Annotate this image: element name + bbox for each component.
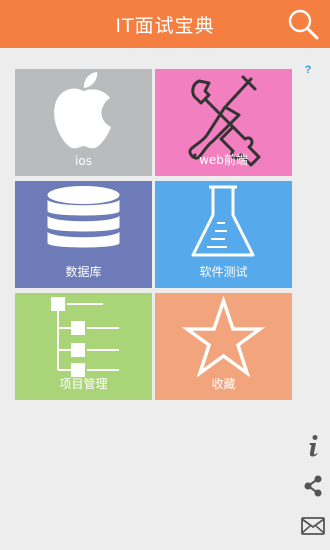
app-header: IT面试宝典 [0,0,330,48]
tile-database[interactable]: 数据库 [15,181,152,288]
share-button[interactable] [302,474,324,498]
share-icon [304,475,322,497]
tile-label: 收藏 [211,377,236,391]
tile-project-management[interactable]: 项目管理 [15,293,152,400]
tile-label: 软件测试 [199,265,248,279]
app-title: IT面试宝典 [115,14,215,37]
tile-ios[interactable]: ios [15,69,152,176]
tile-label: 数据库 [65,265,102,279]
tile-favorites[interactable]: 收藏 [155,293,292,400]
tile-label: 项目管理 [59,377,108,391]
search-button[interactable] [286,7,320,41]
tile-software-testing[interactable]: 软件测试 [155,181,292,288]
mail-icon [301,517,325,535]
tile-label: web前端 [199,153,248,167]
search-icon [288,9,319,40]
info-button[interactable] [306,434,322,458]
mail-button[interactable] [301,517,325,535]
tile-label: ios [75,154,92,168]
tile-web[interactable]: web前端 [155,69,292,176]
info-icon [309,435,318,457]
help-badge[interactable]: ? [302,64,314,76]
